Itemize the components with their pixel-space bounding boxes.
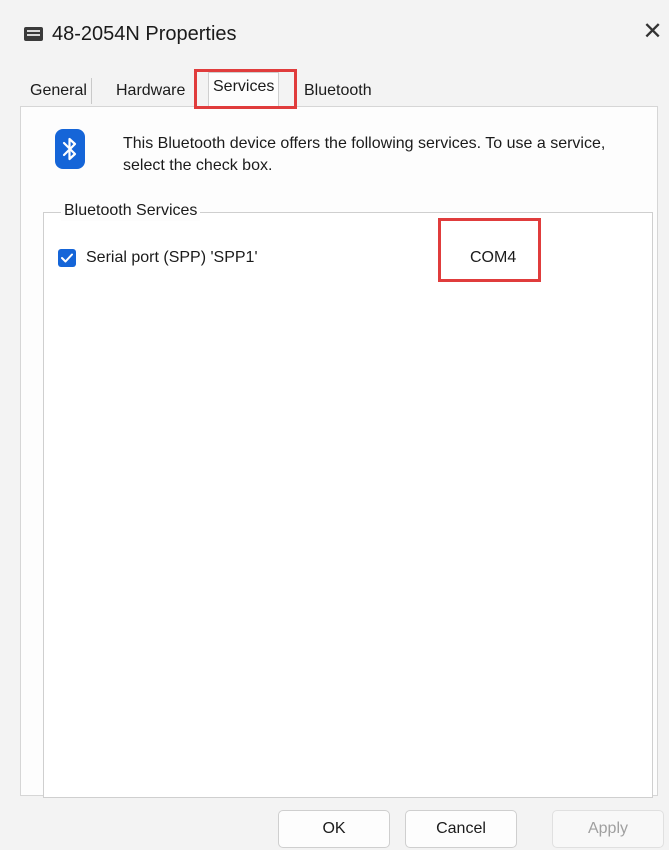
- tab-general[interactable]: General: [26, 78, 92, 104]
- tab-hardware[interactable]: Hardware: [112, 78, 189, 104]
- tab-bluetooth[interactable]: Bluetooth: [300, 78, 376, 104]
- service-port: COM4: [470, 249, 517, 266]
- services-description: This Bluetooth device offers the followi…: [123, 135, 606, 174]
- window-title: 48-2054N Properties: [52, 23, 237, 45]
- cancel-button[interactable]: Cancel: [405, 810, 517, 848]
- checkmark-icon: [61, 253, 73, 263]
- title-bar: 48-2054N Properties ✕: [0, 0, 669, 64]
- tab-services[interactable]: Services: [208, 72, 280, 107]
- tab-strip: General Hardware Services Bluetooth: [20, 72, 669, 108]
- ok-button[interactable]: OK: [278, 810, 390, 848]
- services-panel: This Bluetooth device offers the followi…: [20, 106, 658, 798]
- device-icon: [24, 27, 43, 41]
- bluetooth-services-group: Bluetooth Services Serial port (SPP) 'SP…: [43, 201, 653, 798]
- service-checkbox[interactable]: [58, 249, 76, 267]
- service-name: Serial port (SPP) 'SPP1': [86, 249, 258, 266]
- group-label: Bluetooth Services: [61, 201, 201, 221]
- close-button[interactable]: ✕: [636, 14, 669, 50]
- apply-button[interactable]: Apply: [552, 810, 664, 848]
- bluetooth-icon: [55, 129, 85, 169]
- service-row: Serial port (SPP) 'SPP1' COM4: [58, 246, 638, 270]
